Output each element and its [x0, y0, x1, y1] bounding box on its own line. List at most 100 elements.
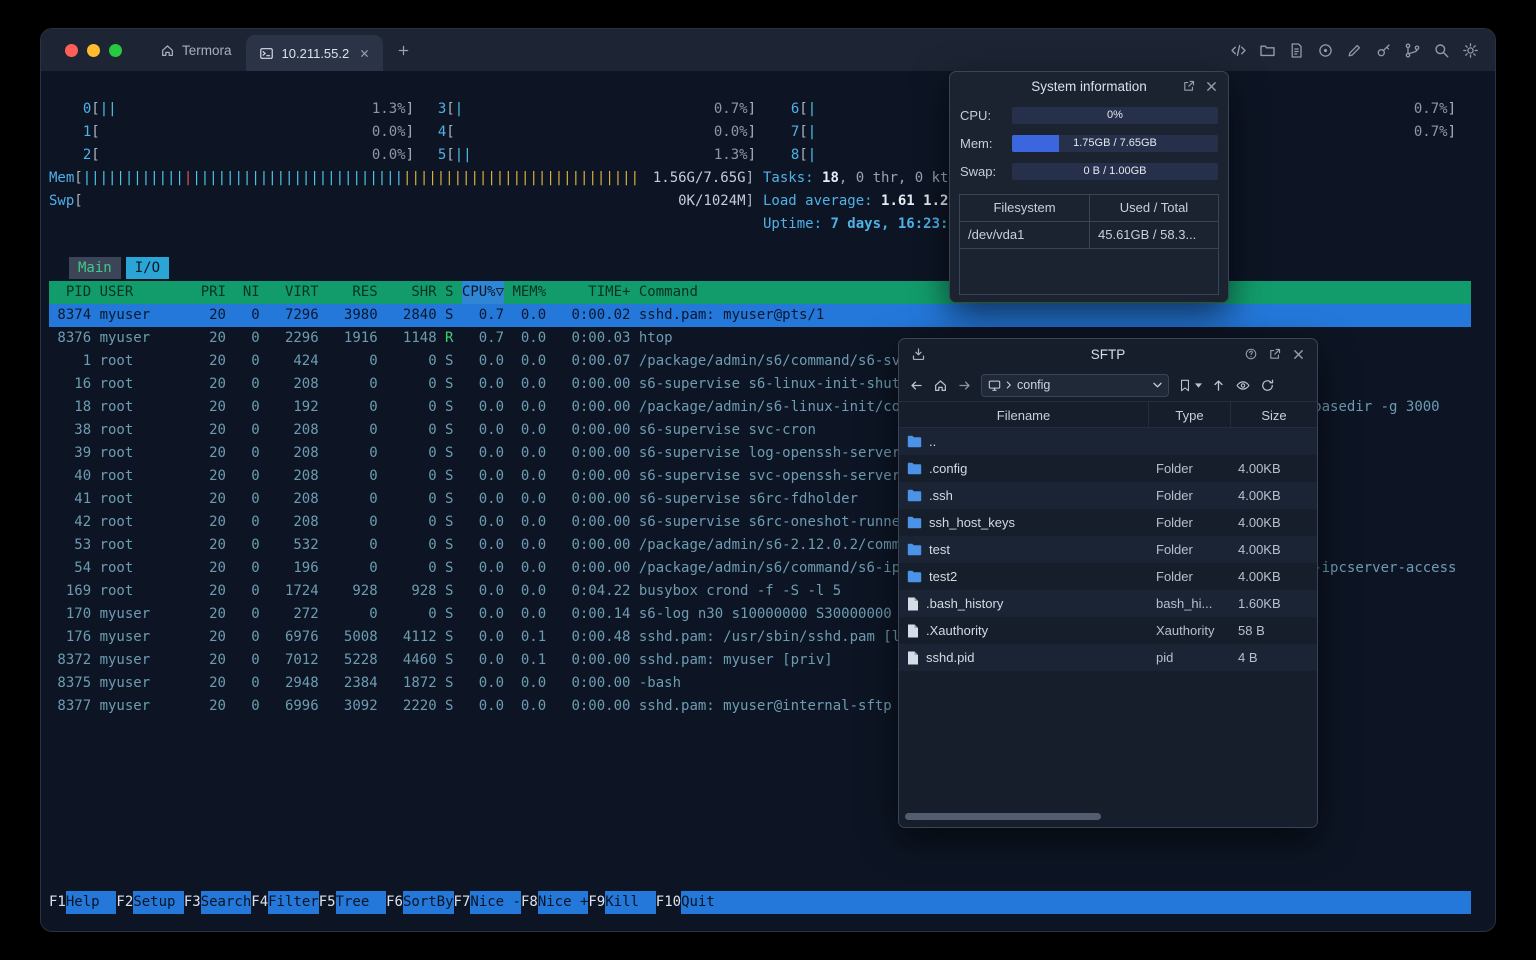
new-tab-button[interactable]	[396, 43, 411, 58]
col-res[interactable]: RES	[327, 281, 377, 304]
fkey-action-Kill[interactable]: Kill	[605, 891, 656, 914]
filesystem-name: /dev/vda1	[960, 222, 1090, 248]
minimize-window-button[interactable]	[87, 43, 100, 57]
sftp-row-.bash_history[interactable]: .bash_history bash_hi... 1.60KB	[899, 590, 1317, 617]
edit-icon[interactable]	[1346, 42, 1363, 59]
tab-main[interactable]: Main	[69, 257, 121, 279]
bookmark-icon[interactable]	[1178, 378, 1192, 393]
col-used-total: Used / Total	[1119, 200, 1189, 215]
sftp-row-.Xauthority[interactable]: .Xauthority Xauthority 58 B	[899, 617, 1317, 644]
close-icon[interactable]	[1292, 348, 1305, 361]
col-pid[interactable]: PID	[49, 281, 91, 304]
tasks-label: Tasks:	[763, 170, 823, 186]
open-external-icon[interactable]	[1268, 347, 1282, 361]
git-branch-icon[interactable]	[1404, 42, 1421, 59]
tab-home[interactable]: Termora	[146, 29, 246, 71]
sftp-row-..[interactable]: ..	[899, 428, 1317, 455]
sftp-panel: SFTP config Filename Type Size .. .confi…	[898, 338, 1318, 828]
open-external-icon[interactable]	[1182, 79, 1196, 93]
code-icon[interactable]	[1230, 42, 1247, 59]
path-breadcrumb[interactable]: config	[981, 373, 1169, 397]
sftp-file-rows: .. .config Folder 4.00KB .ssh Folder 4.00KB ssh…	[899, 428, 1317, 671]
swap-usage-value: 0 B / 1.00GB	[1083, 164, 1147, 177]
process-row-8374[interactable]: 8374 myuser 20 0 7296 3980 2840 S 0.7 0.0 0:00.02 s…	[49, 304, 1471, 327]
tab-ssh-session[interactable]: 10.211.55.2	[245, 35, 384, 71]
load-1min: 1.61	[881, 193, 924, 209]
titlebar-toolbar	[1230, 42, 1479, 59]
fkey-action-Search[interactable]: Search	[200, 891, 251, 914]
sftp-row-.config[interactable]: .config Folder 4.00KB	[899, 455, 1317, 482]
col-time[interactable]: TIME+	[546, 281, 630, 304]
col-filename[interactable]: Filename	[899, 402, 1149, 427]
sftp-row-test[interactable]: test Folder 4.00KB	[899, 536, 1317, 563]
folder-icon	[907, 435, 922, 448]
fkey-action-Tree[interactable]: Tree	[335, 891, 387, 914]
fkey-action-Setup[interactable]: Setup	[133, 891, 184, 914]
col-state[interactable]: S	[445, 281, 453, 304]
uptime-line: Uptime: 7 days, 16:23:47	[763, 213, 965, 236]
upload-icon[interactable]	[1211, 378, 1226, 393]
key-icon[interactable]	[1375, 42, 1392, 59]
download-icon[interactable]	[911, 347, 926, 362]
folder-icon	[907, 516, 922, 529]
htop-screen-tabs: Main I/O	[69, 257, 170, 279]
process-table-header: PID USER PRI NI VIRT RES SHR S CPU%▽ MEM…	[49, 281, 1471, 304]
col-ni[interactable]: NI	[234, 281, 260, 304]
col-type[interactable]: Type	[1149, 402, 1231, 427]
sftp-row-test2[interactable]: test2 Folder 4.00KB	[899, 563, 1317, 590]
show-hidden-eye-icon[interactable]	[1235, 378, 1251, 393]
col-shr[interactable]: SHR	[386, 281, 436, 304]
sftp-table-header: Filename Type Size	[899, 401, 1317, 428]
fkey-action-Quit[interactable]: Quit	[681, 891, 732, 914]
cpu-usage-row: CPU: 0%	[960, 102, 1218, 128]
sftp-row-.ssh[interactable]: .ssh Folder 4.00KB	[899, 482, 1317, 509]
search-icon[interactable]	[1433, 42, 1450, 59]
fkey-action-Nice--[interactable]: Nice -	[470, 891, 521, 914]
swap-usage-row: Swap: 0 B / 1.00GB	[960, 158, 1218, 184]
record-icon[interactable]	[1317, 42, 1334, 59]
help-icon[interactable]	[1244, 347, 1258, 361]
close-icon[interactable]	[1205, 80, 1218, 93]
col-size[interactable]: Size	[1231, 402, 1317, 427]
system-information-panel: System information CPU: 0% Mem: 1.75GB /…	[949, 71, 1229, 303]
cpu-meter-2: 2[0.0%]	[82, 147, 414, 163]
file-log-icon[interactable]	[1288, 42, 1305, 59]
fkey-action-SortBy[interactable]: SortBy	[402, 891, 454, 914]
horizontal-scrollbar[interactable]	[905, 813, 1309, 821]
mem-usage-value: 1.75GB / 7.65GB	[1073, 136, 1157, 149]
filesystem-table-header: Filesystem Used / Total	[960, 195, 1218, 222]
cpu-meter-3: 3[| 0.7%]	[437, 101, 756, 117]
home-icon[interactable]	[933, 378, 948, 393]
close-window-button[interactable]	[65, 43, 78, 57]
col-pri[interactable]: PRI	[201, 281, 226, 304]
fkey-action-Nice-+[interactable]: Nice +	[537, 891, 588, 914]
tasks-count: 18	[822, 170, 839, 186]
terminal-screen[interactable]: 0[|| 1.3%] 1[0.0%] 2[0.0%] 3[| 0.7%] 4[0.0%] 5[…	[41, 71, 1495, 931]
folder-icon[interactable]	[1259, 42, 1276, 59]
terminal-icon	[259, 46, 274, 61]
refresh-icon[interactable]	[1260, 378, 1275, 393]
chevron-down-icon[interactable]	[1153, 382, 1162, 388]
tab-io[interactable]: I/O	[125, 257, 170, 279]
close-tab-icon[interactable]	[359, 48, 370, 59]
back-icon[interactable]	[909, 378, 924, 393]
maximize-window-button[interactable]	[109, 43, 122, 57]
breadcrumb-path[interactable]: config	[1017, 378, 1050, 392]
horizontal-scrollbar-thumb[interactable]	[905, 813, 1101, 820]
fkey-action-Help[interactable]: Help	[65, 891, 117, 914]
settings-icon[interactable]	[1462, 42, 1479, 59]
cpu-usage-bar: 0%	[1012, 106, 1218, 124]
forward-icon[interactable]	[957, 378, 972, 393]
filesystem-table: Filesystem Used / Total /dev/vda1 45.61G…	[959, 194, 1219, 295]
col-user[interactable]: USER	[100, 281, 193, 304]
home-tab-label: Termora	[182, 42, 232, 58]
col-mem[interactable]: MEM%	[504, 281, 546, 304]
fkey-action-Filter[interactable]: Filter	[268, 891, 319, 914]
sftp-row-sshd.pid[interactable]: sshd.pid pid 4 B	[899, 644, 1317, 671]
bookmark-caret-down-icon[interactable]	[1195, 382, 1202, 388]
col-cpu-sorted[interactable]: CPU%▽	[461, 281, 504, 304]
col-virt[interactable]: VIRT	[268, 281, 319, 304]
sftp-row-ssh_host_keys[interactable]: ssh_host_keys Folder 4.00KB	[899, 509, 1317, 536]
swap-meter: Swp[0K/1024M]	[49, 193, 754, 209]
fkey-F7: F7	[453, 894, 471, 910]
